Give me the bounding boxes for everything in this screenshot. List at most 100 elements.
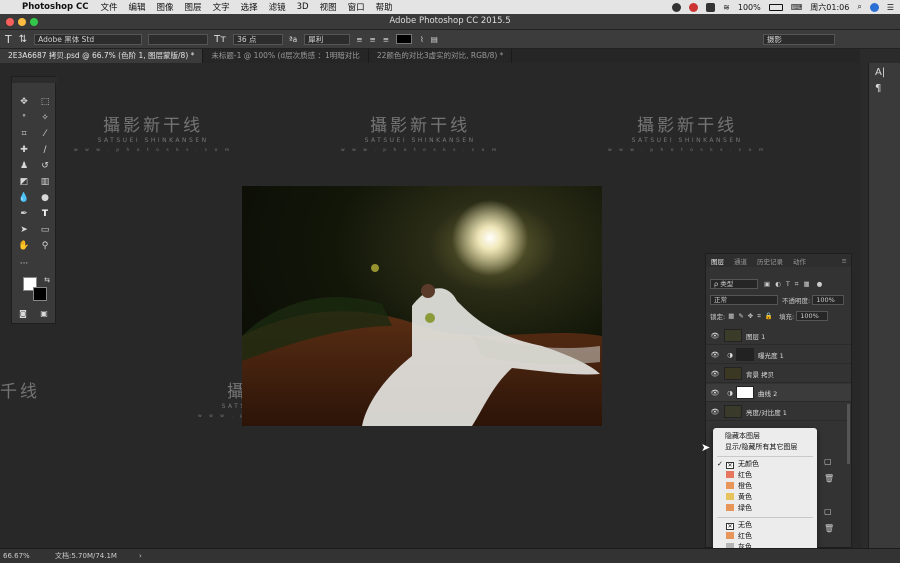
delete-layer-icon[interactable]: 🗑 [824, 474, 834, 483]
tab-channels[interactable]: 通道 [729, 256, 752, 266]
menu-window[interactable]: 窗口 [348, 1, 365, 13]
visibility-eye-icon[interactable]: 👁 [706, 408, 724, 416]
wifi-icon[interactable]: ≋ [723, 3, 730, 12]
menu-item-color-red[interactable]: 红色 [713, 470, 817, 481]
type-tool-icon[interactable]: T [38, 207, 52, 221]
align-center-icon[interactable]: ≡ [370, 35, 376, 44]
font-family-select[interactable]: Adobe 黑体 Std [34, 33, 143, 45]
magic-wand-tool-icon[interactable]: ✧ [38, 111, 52, 125]
app-menu[interactable]: Photoshop CC [22, 2, 89, 12]
menubar-clock[interactable]: 周六01:06 [810, 2, 849, 13]
new-layer-icon[interactable]: ▢ [824, 507, 832, 516]
layer-row[interactable]: 👁 图层 1 [706, 327, 851, 345]
siri-icon[interactable] [869, 2, 879, 12]
visibility-eye-icon[interactable]: 👁 [706, 370, 724, 378]
eraser-tool-icon[interactable]: ◩ [17, 175, 31, 189]
tab-document-2[interactable]: 未标题-1 @ 100% (d层次质感 ：1明暗对比 [203, 49, 369, 63]
menu-layer[interactable]: 图层 [185, 1, 202, 13]
character-panel-icon[interactable]: A| [875, 67, 885, 78]
path-selection-tool-icon[interactable]: ➤ [17, 223, 31, 237]
healing-brush-tool-icon[interactable]: ✚ [17, 143, 31, 157]
move-tool-icon[interactable]: ✥ [17, 95, 31, 109]
eyedropper-tool-icon[interactable]: ⁄ [38, 127, 52, 141]
menu-item-color-green[interactable]: 绿色 [713, 503, 817, 514]
align-left-icon[interactable]: ≡ [356, 35, 362, 44]
zoom-level[interactable]: 66.67% [3, 552, 39, 560]
menu-file[interactable]: 文件 [101, 1, 118, 13]
menu-3d[interactable]: 3D [297, 2, 309, 12]
status-menu-arrow-icon[interactable]: › [139, 552, 142, 560]
search-icon[interactable]: ⌕ [857, 2, 861, 12]
panel-menu-icon[interactable]: ≡ [842, 257, 847, 265]
workspace-select[interactable]: 摄影 [762, 33, 835, 45]
toolbox-header[interactable] [12, 77, 57, 83]
lasso-tool-icon[interactable]: ᐤ [17, 111, 31, 125]
dodge-tool-icon[interactable]: ● [38, 191, 52, 205]
antialias-select[interactable]: 犀利 [304, 33, 351, 45]
text-orientation-icon[interactable]: ⇅ [19, 34, 27, 45]
menu-item-color-none[interactable]: ✓ ✕ 无颜色 [713, 459, 817, 470]
tab-actions[interactable]: 动作 [788, 256, 811, 266]
swap-colors-icon[interactable]: ⇆ [40, 273, 54, 287]
airplay-icon[interactable] [706, 2, 716, 12]
layer-row[interactable]: 👁 ◑ 曲线 2 [706, 384, 851, 402]
brush-tool-icon[interactable]: ∕ [38, 143, 52, 157]
menu-item-color-red-2[interactable]: 红色 [713, 531, 817, 542]
clone-stamp-tool-icon[interactable]: ♟ [17, 159, 31, 173]
menu-item-hide-layer[interactable]: 隐藏本图层 [713, 431, 817, 442]
marquee-tool-icon[interactable]: ⬚ [38, 95, 52, 109]
text-color-swatch[interactable] [396, 34, 413, 44]
quick-mask-icon[interactable]: ◙ [16, 307, 30, 321]
blur-tool-icon[interactable]: 💧 [17, 191, 31, 205]
zoom-tool-icon[interactable]: ⚲ [38, 239, 52, 253]
layer-row[interactable]: 👁 ◑ 曝光度 1 [706, 346, 851, 364]
warp-text-icon[interactable]: ⌇ [420, 35, 424, 44]
menu-item-color-yellow[interactable]: 黄色 [713, 492, 817, 503]
type-tool-icon[interactable]: T [5, 33, 12, 46]
menu-item-show-hide-others[interactable]: 显示/隐藏所有其它图层 [713, 442, 817, 453]
kind-filter-select[interactable]: ρ 类型 [710, 279, 758, 289]
menu-image[interactable]: 图像 [157, 1, 174, 13]
filter-toggle-icon[interactable]: ● [817, 280, 823, 288]
crop-tool-icon[interactable]: ⌗ [17, 127, 31, 141]
gradient-tool-icon[interactable]: ▥ [38, 175, 52, 189]
background-color-swatch[interactable] [33, 287, 47, 301]
record-icon[interactable] [672, 2, 682, 12]
screen-mode-icon[interactable]: ▣ [37, 307, 51, 321]
input-source-icon[interactable]: ⌨ [791, 3, 803, 12]
menu-item-color-orange[interactable]: 橙色 [713, 481, 817, 492]
hand-tool-icon[interactable]: ✋ [17, 239, 31, 253]
visibility-eye-icon[interactable]: 👁 [706, 332, 724, 340]
visibility-eye-icon[interactable]: 👁 [706, 351, 724, 359]
menu-item-color-none-2[interactable]: ✕ 无色 [713, 520, 817, 531]
pen-tool-icon[interactable]: ✒ [17, 207, 31, 221]
character-panel-icon[interactable]: ▤ [431, 35, 438, 44]
menu-edit[interactable]: 编辑 [129, 1, 146, 13]
more-tools-icon[interactable]: ··· [17, 257, 31, 271]
menu-view[interactable]: 视图 [320, 1, 337, 13]
menu-select[interactable]: 选择 [241, 1, 258, 13]
app-status-icon[interactable] [689, 2, 699, 12]
layers-scrollbar[interactable] [847, 404, 850, 464]
history-brush-tool-icon[interactable]: ↺ [38, 159, 52, 173]
fill-input[interactable]: 100% [796, 311, 829, 321]
new-layer-icon[interactable]: ▢ [824, 457, 832, 466]
paragraph-panel-icon[interactable]: ¶ [875, 83, 881, 94]
blend-mode-select[interactable]: 正常 [710, 295, 778, 305]
tab-document-1[interactable]: 2E3A6687 拷贝.psd @ 66.7% (色阶 1, 图层蒙版/8) * [0, 49, 204, 63]
menu-filter[interactable]: 滤镜 [269, 1, 286, 13]
font-style-select[interactable] [148, 33, 209, 45]
layer-row[interactable]: 👁 背景 拷贝 [706, 365, 851, 383]
menu-type[interactable]: 文字 [213, 1, 230, 13]
lock-icons[interactable]: ▦✎✥⌗🔒 [728, 312, 777, 321]
tab-history[interactable]: 历史记录 [752, 256, 788, 266]
opacity-input[interactable]: 100% [812, 295, 845, 305]
document-image[interactable] [242, 186, 602, 426]
battery-icon[interactable] [768, 3, 783, 11]
menu-help[interactable]: 帮助 [376, 1, 393, 13]
notification-icon[interactable]: ☰ [887, 3, 894, 12]
layer-row[interactable]: 👁 亮度/对比度 1 [706, 403, 851, 421]
filter-icons[interactable]: ▣◐T⌗▦ [764, 280, 815, 289]
font-size-select[interactable]: 36 点 [233, 33, 284, 45]
tab-layers[interactable]: 图层 [706, 256, 729, 266]
